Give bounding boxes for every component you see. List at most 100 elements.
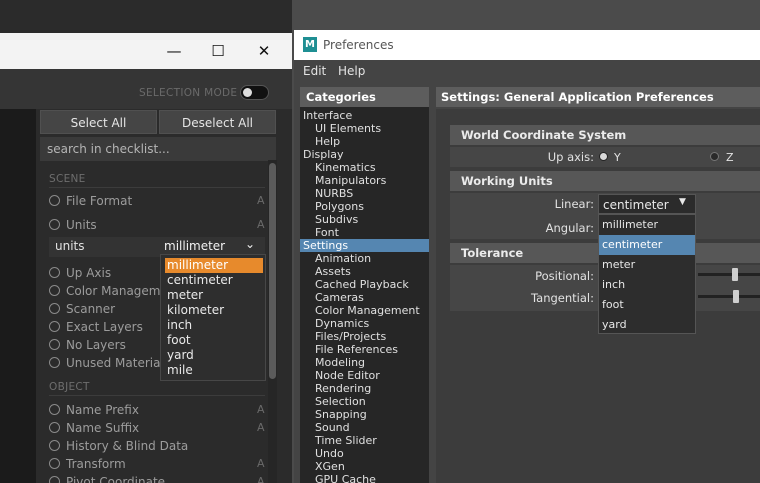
category-ui-elements[interactable]: UI Elements bbox=[300, 122, 429, 135]
units-dropdown-list: millimeter centimeter meter kilometer inch fo… bbox=[160, 254, 266, 381]
units-option-yard[interactable]: yard bbox=[165, 348, 263, 363]
up-axis-y-radio[interactable] bbox=[599, 152, 608, 161]
category-manipulators[interactable]: Manipulators bbox=[300, 174, 429, 187]
radio-circle-icon[interactable] bbox=[49, 404, 60, 415]
category-kinematics[interactable]: Kinematics bbox=[300, 161, 429, 174]
checklist-item-units[interactable]: Units bbox=[49, 217, 97, 233]
category-assets[interactable]: Assets bbox=[300, 265, 429, 278]
checklist-search-input[interactable]: search in checklist... bbox=[40, 137, 276, 161]
auto-fix-badge[interactable]: A bbox=[257, 194, 265, 207]
category-cameras[interactable]: Cameras bbox=[300, 291, 429, 304]
linear-option-foot[interactable]: foot bbox=[599, 295, 695, 315]
linear-option-millimeter[interactable]: millimeter bbox=[599, 215, 695, 235]
linear-option-meter[interactable]: meter bbox=[599, 255, 695, 275]
radio-circle-icon[interactable] bbox=[49, 422, 60, 433]
auto-fix-badge[interactable]: A bbox=[257, 403, 265, 416]
category-settings[interactable]: Settings bbox=[300, 239, 429, 252]
menu-edit[interactable]: Edit bbox=[303, 64, 326, 78]
units-option-kilometer[interactable]: kilometer bbox=[165, 303, 263, 318]
checklist-item-transform[interactable]: Transform bbox=[49, 456, 126, 472]
radio-circle-icon[interactable] bbox=[49, 285, 60, 296]
checklist-item-unused-materials[interactable]: Unused Materials bbox=[49, 355, 170, 371]
categories-header: Categories bbox=[300, 87, 429, 107]
units-option-mile[interactable]: mile bbox=[165, 363, 263, 378]
units-option-millimeter[interactable]: millimeter bbox=[165, 258, 263, 273]
auto-fix-badge[interactable]: A bbox=[257, 421, 265, 434]
minimize-button[interactable]: — bbox=[164, 41, 184, 61]
category-undo[interactable]: Undo bbox=[300, 447, 429, 460]
category-file-references[interactable]: File References bbox=[300, 343, 429, 356]
category-display[interactable]: Display bbox=[300, 148, 429, 161]
category-selection[interactable]: Selection bbox=[300, 395, 429, 408]
radio-circle-icon[interactable] bbox=[49, 303, 60, 314]
select-all-button[interactable]: Select All bbox=[40, 110, 157, 134]
checklist-item-exact-layers[interactable]: Exact Layers bbox=[49, 319, 143, 335]
tangential-slider-handle[interactable] bbox=[733, 290, 739, 303]
linear-option-centimeter[interactable]: centimeter bbox=[599, 235, 695, 255]
checklist-item-label: Up Axis bbox=[66, 266, 112, 280]
category-files-projects[interactable]: Files/Projects bbox=[300, 330, 429, 343]
units-option-meter[interactable]: meter bbox=[165, 288, 263, 303]
auto-fix-badge[interactable]: A bbox=[257, 457, 265, 470]
category-modeling[interactable]: Modeling bbox=[300, 356, 429, 369]
category-xgen[interactable]: XGen bbox=[300, 460, 429, 473]
up-axis-z-radio[interactable] bbox=[710, 152, 719, 161]
chevron-down-icon[interactable]: ⌄ bbox=[245, 237, 255, 251]
working-units-section-header[interactable]: Working Units bbox=[450, 171, 760, 191]
units-option-inch[interactable]: inch bbox=[165, 318, 263, 333]
category-polygons[interactable]: Polygons bbox=[300, 200, 429, 213]
checklist-item-name-suffix[interactable]: Name Suffix bbox=[49, 420, 139, 436]
category-node-editor[interactable]: Node Editor bbox=[300, 369, 429, 382]
units-option-foot[interactable]: foot bbox=[165, 333, 263, 348]
checklist-item-file-format[interactable]: File Format bbox=[49, 193, 132, 209]
linear-option-inch[interactable]: inch bbox=[599, 275, 695, 295]
checklist-item-up-axis[interactable]: Up Axis bbox=[49, 265, 111, 281]
scrollbar-thumb[interactable] bbox=[269, 163, 276, 379]
category-snapping[interactable]: Snapping bbox=[300, 408, 429, 421]
positional-slider-track[interactable] bbox=[698, 273, 760, 276]
linear-option-yard[interactable]: yard bbox=[599, 315, 695, 335]
dropdown-arrow-icon[interactable]: ▼ bbox=[679, 197, 686, 207]
category-subdivs[interactable]: Subdivs bbox=[300, 213, 429, 226]
category-gpu-cache[interactable]: GPU Cache bbox=[300, 473, 429, 483]
maximize-button[interactable]: ☐ bbox=[208, 41, 228, 61]
radio-circle-icon[interactable] bbox=[49, 219, 60, 230]
maya-logo-icon: M bbox=[303, 37, 317, 52]
checklist-item-history-blind-data[interactable]: History & Blind Data bbox=[49, 438, 188, 454]
category-font[interactable]: Font bbox=[300, 226, 429, 239]
up-axis-label: Up axis: bbox=[547, 150, 594, 164]
tangential-slider-track[interactable] bbox=[698, 295, 760, 298]
close-button[interactable]: ✕ bbox=[254, 41, 274, 61]
units-option-centimeter[interactable]: centimeter bbox=[165, 273, 263, 288]
radio-circle-icon[interactable] bbox=[49, 267, 60, 278]
category-animation[interactable]: Animation bbox=[300, 252, 429, 265]
checklist-item-name-prefix[interactable]: Name Prefix bbox=[49, 402, 139, 418]
auto-fix-badge[interactable]: A bbox=[257, 475, 265, 483]
deselect-all-button[interactable]: Deselect All bbox=[159, 110, 276, 134]
category-sound[interactable]: Sound bbox=[300, 421, 429, 434]
checklist-item-scanner[interactable]: Scanner bbox=[49, 301, 115, 317]
radio-circle-icon[interactable] bbox=[49, 321, 60, 332]
positional-slider-handle[interactable] bbox=[732, 268, 738, 281]
auto-fix-badge[interactable]: A bbox=[257, 218, 265, 231]
category-cached-playback[interactable]: Cached Playback bbox=[300, 278, 429, 291]
radio-circle-icon[interactable] bbox=[49, 339, 60, 350]
category-color-management[interactable]: Color Management bbox=[300, 304, 429, 317]
radio-circle-icon[interactable] bbox=[49, 440, 60, 451]
radio-circle-icon[interactable] bbox=[49, 476, 60, 483]
linear-units-select[interactable]: centimeter ▼ bbox=[598, 194, 696, 214]
checklist-item-no-layers[interactable]: No Layers bbox=[49, 337, 126, 353]
category-nurbs[interactable]: NURBS bbox=[300, 187, 429, 200]
radio-circle-icon[interactable] bbox=[49, 195, 60, 206]
category-help[interactable]: Help bbox=[300, 135, 429, 148]
radio-circle-icon[interactable] bbox=[49, 357, 60, 368]
checklist-item-pivot-coordinate[interactable]: Pivot Coordinate bbox=[49, 474, 165, 483]
category-dynamics[interactable]: Dynamics bbox=[300, 317, 429, 330]
selection-mode-toggle[interactable] bbox=[240, 85, 269, 100]
menu-help[interactable]: Help bbox=[338, 64, 365, 78]
world-coordinate-section-header[interactable]: World Coordinate System bbox=[450, 125, 760, 145]
category-time-slider[interactable]: Time Slider bbox=[300, 434, 429, 447]
radio-circle-icon[interactable] bbox=[49, 458, 60, 469]
category-interface[interactable]: Interface bbox=[300, 109, 429, 122]
category-rendering[interactable]: Rendering bbox=[300, 382, 429, 395]
